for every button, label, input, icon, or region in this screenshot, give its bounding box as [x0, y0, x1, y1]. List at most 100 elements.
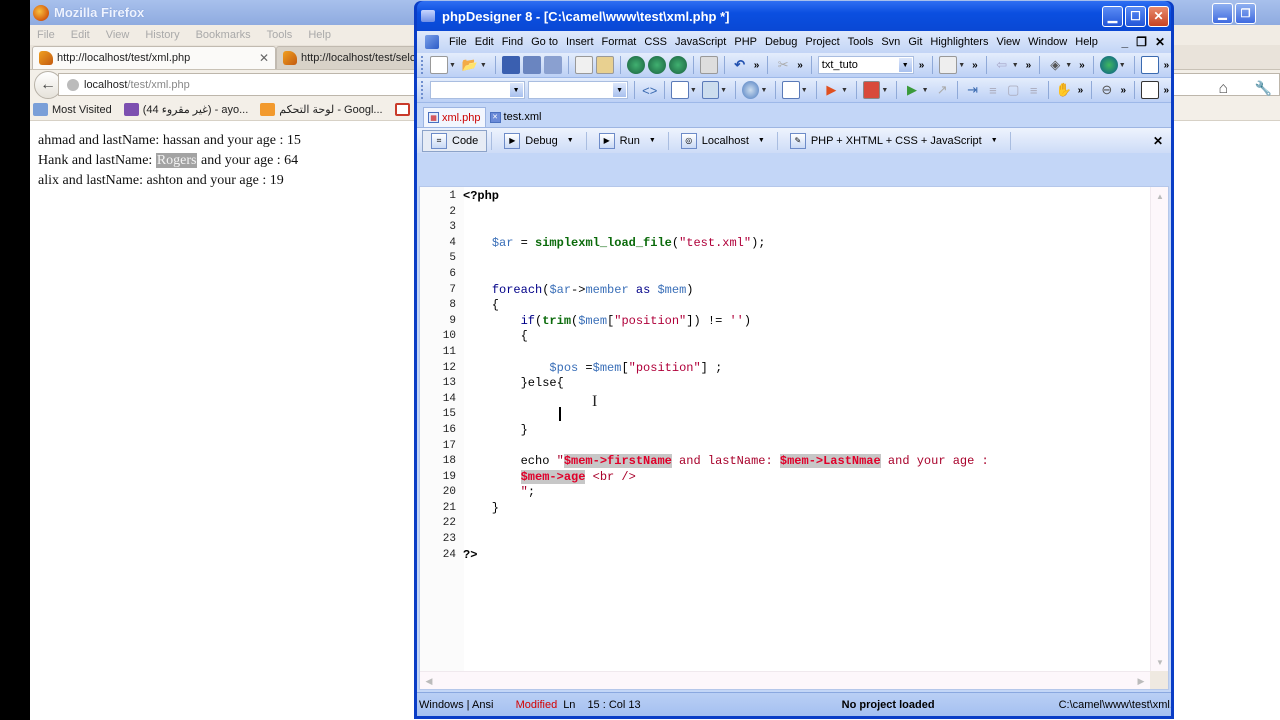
link-icon[interactable]: ⊖ [1098, 81, 1115, 99]
toolbar-overflow-icon[interactable]: » [1164, 85, 1170, 96]
debug-start-icon[interactable]: ▶ [903, 81, 920, 99]
toolbar-overflow-icon[interactable]: » [1121, 85, 1127, 96]
open-folder-icon[interactable]: 📂 [461, 56, 479, 74]
maximize-button[interactable]: ☐ [1125, 5, 1146, 27]
code-line[interactable]: 3 [420, 220, 1150, 236]
bookmark-gmail[interactable] [394, 103, 410, 116]
web-globe-icon[interactable] [1099, 56, 1118, 74]
code-line[interactable]: 10 { [420, 329, 1150, 345]
menu-tools[interactable]: Tools [844, 36, 878, 48]
menu-insert[interactable]: Insert [562, 36, 598, 48]
project-combo[interactable]: txt_tuto ▼ [817, 56, 914, 74]
code-line[interactable]: 15 [420, 407, 1150, 423]
class-combo[interactable]: ▼ [527, 81, 629, 99]
outdent-icon[interactable]: ≡ [984, 81, 1001, 99]
toolbar-grip[interactable] [421, 81, 424, 99]
chevron-down-icon[interactable]: ▼ [567, 137, 574, 144]
menu-debug[interactable]: Debug [761, 36, 801, 48]
code-line[interactable]: 12 $pos =$mem["position"] ; [420, 361, 1150, 377]
menu-git[interactable]: Git [904, 36, 926, 48]
copy-icon[interactable] [574, 56, 593, 74]
code-line[interactable]: 18 echo "$mem->firstName and lastName: $… [420, 454, 1150, 470]
ff-menu-tools[interactable]: Tools [267, 29, 293, 41]
dropdown-arrow-icon[interactable]: ▼ [898, 58, 912, 72]
menu-javascript[interactable]: JavaScript [671, 36, 730, 48]
menu-svn[interactable]: Svn [877, 36, 904, 48]
ff-menu-bookmarks[interactable]: Bookmarks [196, 29, 251, 41]
table-icon[interactable] [671, 81, 689, 99]
upload-icon[interactable] [668, 56, 687, 74]
code-line[interactable]: 19 $mem->age <br /> [420, 469, 1150, 486]
horizontal-scrollbar[interactable]: ◀ ▶ [420, 671, 1150, 689]
code-line[interactable]: 1 <?php [420, 189, 1150, 205]
code-line[interactable]: 16 } [420, 423, 1150, 439]
code-line[interactable]: 23 [420, 532, 1150, 548]
doc-tab-xml-php[interactable]: ▦ xml.php [423, 107, 486, 127]
toolbar-overflow-icon[interactable]: » [972, 60, 978, 71]
refresh-icon[interactable] [742, 81, 760, 99]
scroll-left-icon[interactable]: ◀ [422, 674, 436, 688]
menu-view[interactable]: View [992, 36, 1024, 48]
browser-tab[interactable]: http://localhost/test/selc [276, 46, 436, 69]
save-as-icon[interactable] [522, 56, 541, 74]
add-server-icon[interactable]: ◈ [1046, 56, 1064, 74]
bookmark-analytics[interactable]: لوحة التحكم - Googl... [260, 103, 383, 116]
code-line[interactable]: 22 [420, 516, 1150, 532]
menu-help[interactable]: Help [1071, 36, 1102, 48]
encoding-status[interactable]: Windows | Ansi [419, 699, 516, 711]
code-line[interactable]: 13 }else{ [420, 376, 1150, 392]
code-line[interactable]: 14 [420, 392, 1150, 408]
panel-toggle-icon[interactable] [1141, 81, 1159, 99]
toolbar-overflow-icon[interactable]: » [1164, 60, 1170, 71]
form-icon[interactable] [701, 81, 720, 99]
bookmark-mail[interactable]: (غير مقروء 44) - ayo... [123, 103, 248, 116]
toolbar-overflow-icon[interactable]: » [1026, 60, 1032, 71]
browser-preview-icon[interactable] [647, 56, 666, 74]
code-line[interactable]: 2 [420, 205, 1150, 221]
menu-project[interactable]: Project [801, 36, 843, 48]
ff-menu-file[interactable]: File [37, 29, 55, 41]
dropdown-arrow-icon[interactable]: ▼ [509, 83, 523, 97]
firefox-minimize-button[interactable]: ▁ [1212, 3, 1233, 24]
save-icon[interactable] [501, 56, 520, 74]
uncomment-icon[interactable]: ≡ [1025, 81, 1042, 99]
server-selector[interactable]: ◎ Localhost ▼ [673, 130, 773, 152]
ff-menu-edit[interactable]: Edit [71, 29, 90, 41]
code-line[interactable]: 17 [420, 439, 1150, 455]
chevron-down-icon[interactable]: ▼ [991, 137, 998, 144]
mdi-close-icon[interactable]: ✕ [1155, 35, 1165, 49]
code-line[interactable]: 6 [420, 267, 1150, 283]
debug-step-icon[interactable]: ↗ [934, 81, 951, 99]
selected-text[interactable]: Rogers [155, 153, 198, 168]
tools-icon[interactable]: 🔧 [1255, 80, 1272, 97]
chevron-down-icon[interactable]: ▼ [758, 137, 765, 144]
menu-file[interactable]: File [445, 36, 471, 48]
tag-icon[interactable]: <> [641, 81, 658, 99]
firefox-restore-button[interactable]: ❐ [1235, 3, 1256, 24]
toolbar-overflow-icon[interactable]: » [919, 60, 925, 71]
function-combo[interactable]: ▼ [429, 81, 525, 99]
code-line[interactable]: 24 ?> [420, 548, 1150, 564]
chevron-down-icon[interactable]: ▼ [649, 137, 656, 144]
code-line[interactable]: 11 [420, 345, 1150, 361]
close-button[interactable]: ✕ [1148, 5, 1169, 27]
save-all-icon[interactable] [543, 56, 562, 74]
phpdesigner-titlebar[interactable]: phpDesigner 8 - [C:\camel\www\test\xml.p… [417, 1, 1171, 31]
indent-icon[interactable]: ⇥ [964, 81, 981, 99]
bookmark-most-visited[interactable]: Most Visited [33, 103, 112, 116]
menu-window[interactable]: Window [1024, 36, 1071, 48]
cut-icon[interactable]: ✂ [774, 56, 792, 74]
menu-format[interactable]: Format [598, 36, 641, 48]
nav-back-icon[interactable]: ⇦ [993, 56, 1011, 74]
ff-menu-view[interactable]: View [106, 29, 130, 41]
code-view-button[interactable]: ⌗ Code [422, 129, 488, 152]
scroll-down-icon[interactable]: ▼ [1153, 655, 1167, 669]
run-button[interactable]: ▶ Run ▼ [591, 130, 664, 152]
template-icon[interactable] [939, 56, 958, 74]
code-line[interactable]: 4 $ar = simplexml_load_file("test.xml"); [420, 236, 1150, 252]
new-file-icon[interactable] [430, 56, 448, 74]
toolbar-overflow-icon[interactable]: » [1079, 60, 1085, 71]
doc-tab-test-xml[interactable]: ✕ test.xml [486, 107, 546, 127]
toolbar-overflow-icon[interactable]: » [1078, 85, 1084, 96]
ff-menu-help[interactable]: Help [308, 29, 331, 41]
